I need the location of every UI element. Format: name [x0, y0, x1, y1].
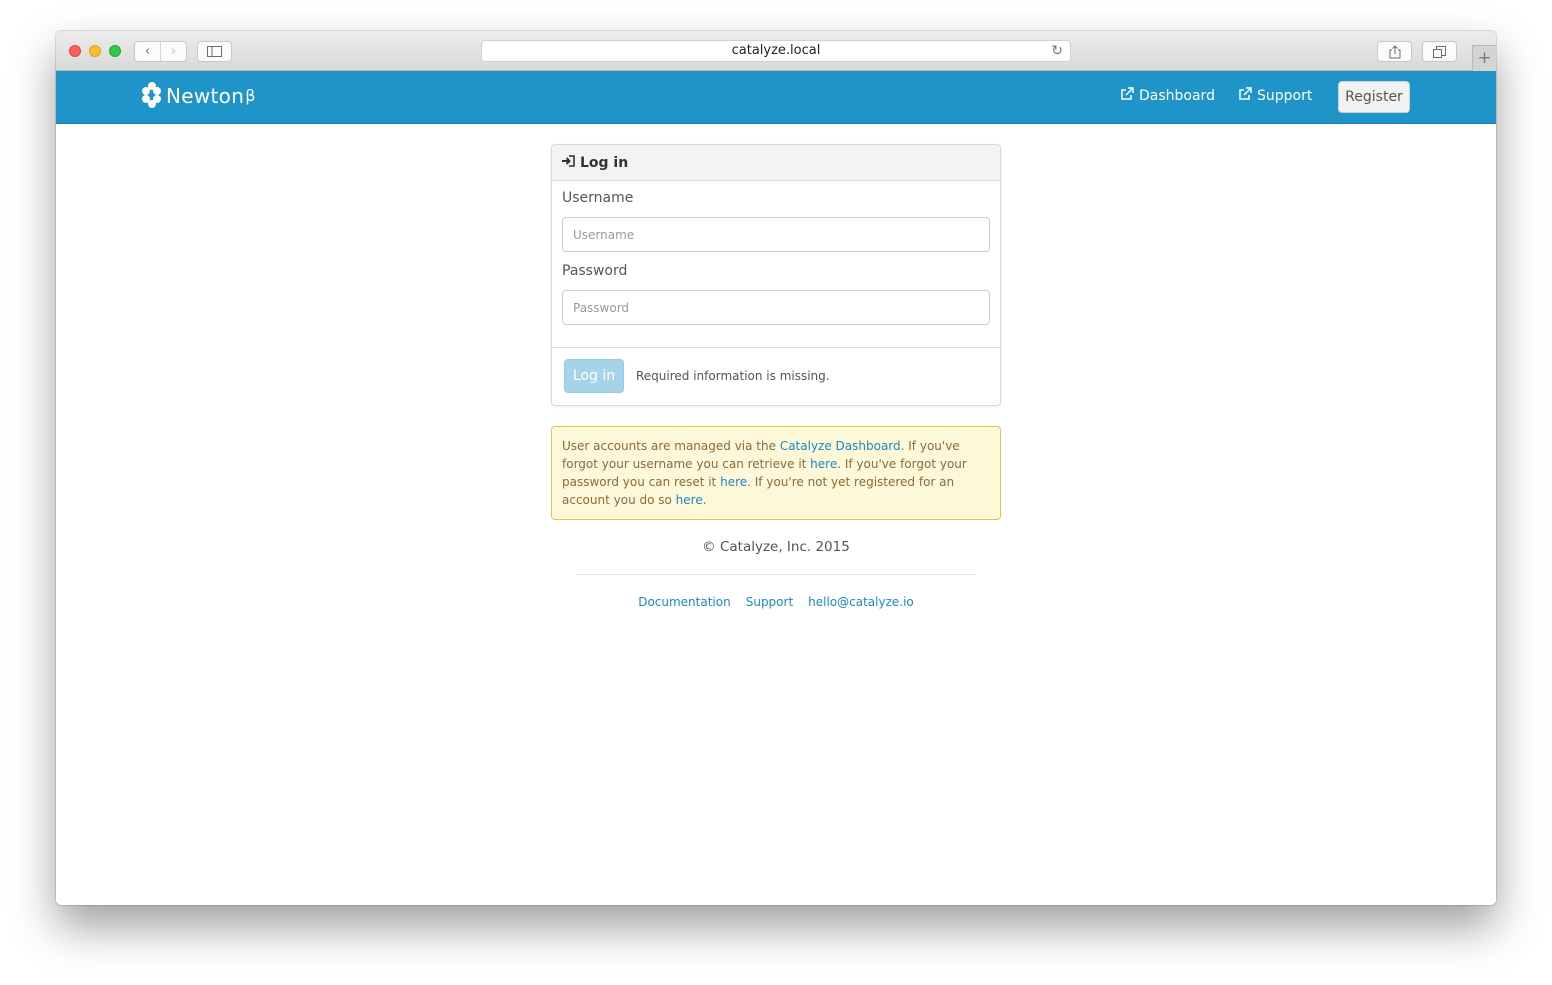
minimize-window-button[interactable]: [89, 45, 101, 57]
new-tab-button[interactable]: +: [1472, 45, 1496, 71]
password-input[interactable]: [562, 290, 990, 325]
zoom-window-button[interactable]: [109, 45, 121, 57]
register-button[interactable]: Register: [1338, 81, 1410, 113]
notice-text: .: [702, 493, 707, 507]
browser-window: ‹ › catalyze.local ↻ + Newton β Dashboar…: [56, 31, 1496, 905]
brand-beta-mark: β: [245, 86, 256, 105]
chevron-left-icon[interactable]: ‹: [135, 42, 160, 61]
catalyze-dashboard-link[interactable]: Catalyze Dashboard: [780, 439, 901, 453]
sidebar-icon: [207, 46, 222, 57]
nav-link-label: Support: [1257, 88, 1313, 104]
register-link[interactable]: here: [676, 493, 703, 507]
login-button[interactable]: Log in: [564, 359, 624, 393]
share-button[interactable]: [1377, 41, 1412, 62]
username-label: Username: [562, 190, 634, 206]
history-nav-group: ‹ ›: [134, 41, 187, 62]
url-text: catalyze.local: [731, 43, 821, 58]
login-panel-heading: Log in: [552, 145, 1000, 181]
external-link-icon: [1238, 87, 1252, 105]
account-notice: User accounts are managed via the Cataly…: [551, 426, 1001, 520]
password-label: Password: [562, 263, 628, 279]
browser-titlebar: ‹ › catalyze.local ↻ +: [56, 31, 1496, 71]
footer-links: Documentation Support hello@catalyze.io: [551, 595, 1001, 609]
sign-in-icon: [562, 154, 575, 171]
panel-divider: [552, 347, 1000, 348]
reload-icon[interactable]: ↻: [1051, 41, 1063, 61]
chevron-right-icon[interactable]: ›: [160, 42, 186, 61]
footer-link-support[interactable]: Support: [746, 595, 793, 609]
newton-logo-icon: [142, 82, 162, 109]
brand[interactable]: Newton β: [142, 82, 255, 109]
close-window-button[interactable]: [69, 45, 81, 57]
share-icon: [1389, 44, 1400, 58]
notice-text: User accounts are managed via the: [562, 439, 780, 453]
login-panel: Log in Username Password Log in Required…: [551, 144, 1001, 406]
copyright-text: © Catalyze, Inc. 2015: [702, 539, 850, 555]
external-link-icon: [1120, 87, 1134, 105]
footer-link-documentation[interactable]: Documentation: [638, 595, 731, 609]
top-navbar: Newton β Dashboard Support Register: [56, 71, 1496, 124]
nav-link-dashboard[interactable]: Dashboard: [1120, 87, 1215, 105]
brand-name: Newton: [166, 83, 245, 108]
login-title: Log in: [580, 154, 629, 171]
username-input[interactable]: [562, 217, 990, 252]
retrieve-username-link[interactable]: here: [810, 457, 837, 471]
nav-link-label: Dashboard: [1139, 88, 1215, 104]
nav-link-support[interactable]: Support: [1238, 87, 1312, 105]
tabs-icon: [1433, 45, 1446, 58]
reset-password-link[interactable]: here: [720, 475, 747, 489]
show-tabs-button[interactable]: [1422, 41, 1457, 62]
footer-divider: [576, 574, 976, 575]
footer-link-email[interactable]: hello@catalyze.io: [808, 595, 914, 609]
sidebar-toggle-button[interactable]: [197, 41, 232, 62]
validation-message: Required information is missing.: [636, 369, 830, 383]
address-bar[interactable]: catalyze.local ↻: [481, 40, 1071, 62]
